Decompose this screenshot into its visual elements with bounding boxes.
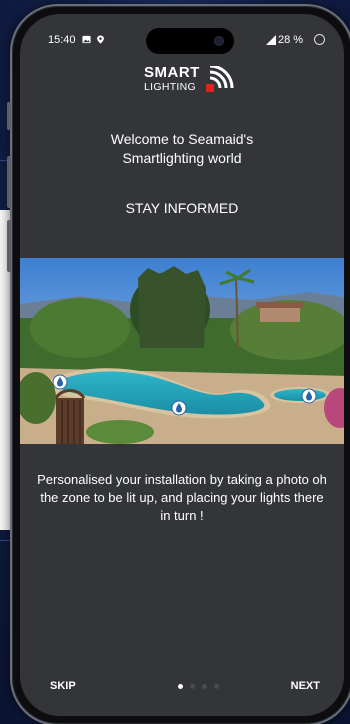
page-indicator (178, 684, 219, 689)
status-bar: 15:40 28 % (20, 14, 344, 58)
pool-illustration (20, 258, 344, 444)
phone-frame: 15:40 28 % SMART LIGHTING Welcome to Sea… (7, 4, 350, 724)
section-title: STAY INFORMED (125, 200, 239, 216)
gallery-icon (82, 35, 91, 44)
smartlighting-logo: SMART LIGHTING (144, 64, 254, 98)
next-button[interactable]: NEXT (291, 680, 320, 692)
signal-icon (266, 35, 276, 45)
battery-ring-icon (314, 34, 325, 45)
logo-signal-icon (206, 66, 234, 92)
welcome-heading: Welcome to Seamaid's Smartlighting world (20, 130, 344, 168)
logo-text-lighting: LIGHTING (144, 81, 196, 93)
page-dot-1[interactable] (178, 684, 183, 689)
dynamic-island (146, 28, 234, 54)
camera-lens (214, 36, 224, 46)
light-pin-icon[interactable] (171, 400, 187, 416)
page-dot-3[interactable] (202, 684, 207, 689)
phone-side-button (7, 102, 11, 130)
app-screen: 15:40 28 % SMART LIGHTING Welcome to Sea… (20, 14, 344, 716)
battery-percentage: 28 % (278, 34, 304, 46)
light-pin-icon[interactable] (52, 374, 68, 390)
page-dot-2[interactable] (190, 684, 195, 689)
logo-text-smart: SMART (144, 64, 200, 81)
location-icon (97, 35, 104, 44)
phone-side-button (7, 220, 11, 272)
welcome-line: Smartlighting world (122, 150, 242, 166)
status-time: 15:40 (48, 34, 76, 46)
garden-pool-photo (20, 258, 344, 444)
onboarding-description: Personalised your installation by taking… (37, 472, 327, 523)
phone-side-button (7, 156, 11, 208)
light-pin-icon[interactable] (301, 388, 317, 404)
page-dot-4[interactable] (214, 684, 219, 689)
welcome-line: Welcome to Seamaid's (110, 131, 254, 147)
skip-button[interactable]: SKIP (50, 680, 76, 692)
